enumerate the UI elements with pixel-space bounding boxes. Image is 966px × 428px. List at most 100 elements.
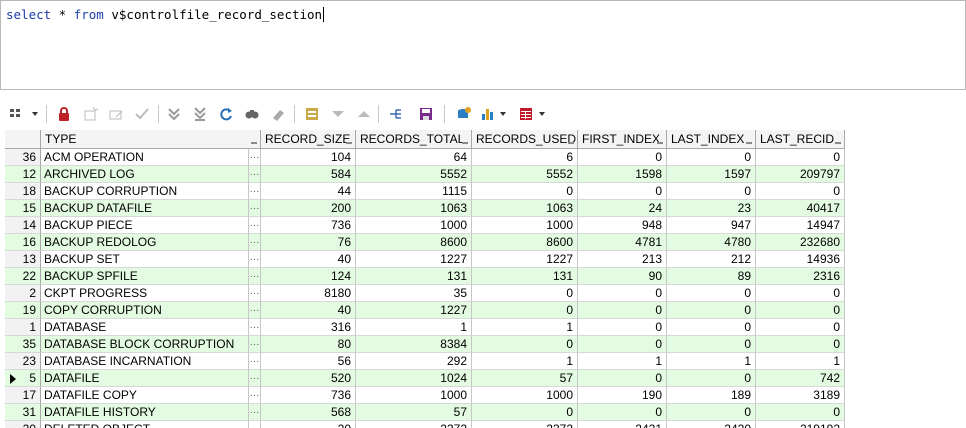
- cell-records-total[interactable]: 1: [356, 319, 472, 336]
- cell-records-total[interactable]: 1024: [356, 370, 472, 387]
- row-indicator[interactable]: 31: [5, 404, 41, 421]
- row-indicator[interactable]: 2: [5, 285, 41, 302]
- cell-first-index[interactable]: 24: [578, 200, 667, 217]
- cell-ellipsis-button[interactable]: ···: [249, 268, 261, 285]
- cell-type[interactable]: DATABASE BLOCK CORRUPTION: [41, 336, 249, 353]
- cell-records-total[interactable]: 1227: [356, 302, 472, 319]
- cell-type[interactable]: BACKUP SET: [41, 251, 249, 268]
- cell-last-index[interactable]: 89: [667, 268, 756, 285]
- cell-ellipsis-button[interactable]: ···: [249, 353, 261, 370]
- table-row[interactable]: 36 ACM OPERATION ··· 104 64 6 0 0 0: [5, 149, 845, 166]
- cell-type[interactable]: CKPT PROGRESS: [41, 285, 249, 302]
- cell-type[interactable]: DATABASE: [41, 319, 249, 336]
- table-row[interactable]: 23 DATABASE INCARNATION ··· 56 292 1 1 1 1: [5, 353, 845, 370]
- cell-records-total[interactable]: 131: [356, 268, 472, 285]
- single-record-view-icon[interactable]: [302, 104, 322, 124]
- cell-last-index[interactable]: 189: [667, 387, 756, 404]
- cell-ellipsis-button[interactable]: ···: [249, 302, 261, 319]
- cell-records-total[interactable]: 8600: [356, 234, 472, 251]
- table-row[interactable]: 35 DATABASE BLOCK CORRUPTION ··· 80 8384 0 0 0 0: [5, 336, 845, 353]
- cell-last-recid[interactable]: 1: [756, 353, 845, 370]
- row-indicator[interactable]: 18: [5, 183, 41, 200]
- save-icon[interactable]: [416, 104, 436, 124]
- cell-record-size[interactable]: 80: [261, 336, 356, 353]
- cell-records-used[interactable]: 1000: [472, 387, 578, 404]
- cell-records-used[interactable]: 57: [472, 370, 578, 387]
- table-row[interactable]: 12 ARCHIVED LOG ··· 584 5552 5552 1598 1597 2097…: [5, 166, 845, 183]
- table-row[interactable]: 19 COPY CORRUPTION ··· 40 1227 0 0 0 0: [5, 302, 845, 319]
- cell-last-recid[interactable]: 3189: [756, 387, 845, 404]
- cell-records-used[interactable]: 6: [472, 149, 578, 166]
- cell-last-index[interactable]: 0: [667, 285, 756, 302]
- cell-last-recid[interactable]: 0: [756, 183, 845, 200]
- row-indicator[interactable]: 17: [5, 387, 41, 404]
- column-header-records-total[interactable]: RECORDS_TOTAL: [356, 130, 472, 148]
- cell-record-size[interactable]: 104: [261, 149, 356, 166]
- cell-type[interactable]: DATAFILE HISTORY: [41, 404, 249, 421]
- cell-ellipsis-button[interactable]: ···: [249, 285, 261, 302]
- cell-last-index[interactable]: 947: [667, 217, 756, 234]
- cell-last-recid[interactable]: 2316: [756, 268, 845, 285]
- cell-records-used[interactable]: 1: [472, 353, 578, 370]
- cell-last-recid[interactable]: 14947: [756, 217, 845, 234]
- cell-first-index[interactable]: 213: [578, 251, 667, 268]
- cell-first-index[interactable]: 948: [578, 217, 667, 234]
- table-row[interactable]: 18 BACKUP CORRUPTION ··· 44 1115 0 0 0 0: [5, 183, 845, 200]
- cell-type[interactable]: BACKUP SPFILE: [41, 268, 249, 285]
- cell-last-index[interactable]: 0: [667, 404, 756, 421]
- cell-ellipsis-button[interactable]: ···: [249, 234, 261, 251]
- chart-icon[interactable]: [480, 104, 510, 124]
- column-header-records-used[interactable]: RECORDS_USED: [472, 130, 578, 148]
- cell-first-index[interactable]: 0: [578, 285, 667, 302]
- cell-record-size[interactable]: 76: [261, 234, 356, 251]
- cell-record-size[interactable]: 40: [261, 302, 356, 319]
- cell-record-size[interactable]: 520: [261, 370, 356, 387]
- column-header-type[interactable]: TYPE: [41, 130, 261, 148]
- cell-last-index[interactable]: 23: [667, 200, 756, 217]
- cell-records-used[interactable]: 1227: [472, 251, 578, 268]
- cell-first-index[interactable]: 0: [578, 149, 667, 166]
- row-indicator[interactable]: 22: [5, 268, 41, 285]
- cell-last-recid[interactable]: 0: [756, 302, 845, 319]
- cell-ellipsis-button[interactable]: ···: [249, 319, 261, 336]
- cell-ellipsis-button[interactable]: ···: [249, 149, 261, 166]
- cell-last-recid[interactable]: 0: [756, 319, 845, 336]
- cell-record-size[interactable]: 40: [261, 251, 356, 268]
- cell-last-index[interactable]: 1: [667, 353, 756, 370]
- table-row[interactable]: 13 BACKUP SET ··· 40 1227 1227 213 212 14936: [5, 251, 845, 268]
- table-row[interactable]: 17 DATAFILE COPY ··· 736 1000 1000 190 189 3189: [5, 387, 845, 404]
- cell-records-total[interactable]: 1000: [356, 387, 472, 404]
- cell-record-size[interactable]: 8180: [261, 285, 356, 302]
- cell-last-recid[interactable]: 232680: [756, 234, 845, 251]
- cell-last-recid[interactable]: 14936: [756, 251, 845, 268]
- row-indicator[interactable]: 1: [5, 319, 41, 336]
- row-indicator[interactable]: 15: [5, 200, 41, 217]
- cell-records-total[interactable]: 5552: [356, 166, 472, 183]
- cell-records-used[interactable]: 1063: [472, 200, 578, 217]
- cell-type[interactable]: ARCHIVED LOG: [41, 166, 249, 183]
- table-row[interactable]: 16 BACKUP REDOLOG ··· 76 8600 8600 4781 4780 232…: [5, 234, 845, 251]
- cell-type[interactable]: DELETED OBJECT: [41, 421, 249, 428]
- row-indicator[interactable]: 14: [5, 217, 41, 234]
- table-row[interactable]: 15 BACKUP DATAFILE ··· 200 1063 1063 24 23 40417: [5, 200, 845, 217]
- post-edit-icon[interactable]: [132, 104, 152, 124]
- find-icon[interactable]: [242, 104, 262, 124]
- cell-type[interactable]: BACKUP CORRUPTION: [41, 183, 249, 200]
- cell-record-size[interactable]: 200: [261, 200, 356, 217]
- cell-records-used[interactable]: 1000: [472, 217, 578, 234]
- cell-ellipsis-button[interactable]: ···: [249, 336, 261, 353]
- cell-record-size[interactable]: 124: [261, 268, 356, 285]
- cell-first-index[interactable]: 0: [578, 319, 667, 336]
- row-indicator[interactable]: 16: [5, 234, 41, 251]
- cell-last-index[interactable]: 0: [667, 302, 756, 319]
- table-row[interactable]: 2 CKPT PROGRESS ··· 8180 35 0 0 0 0: [5, 285, 845, 302]
- cell-first-index[interactable]: 0: [578, 336, 667, 353]
- cell-first-index[interactable]: 2421: [578, 421, 667, 428]
- cell-record-size[interactable]: 736: [261, 387, 356, 404]
- cell-type[interactable]: COPY CORRUPTION: [41, 302, 249, 319]
- cell-first-index[interactable]: 0: [578, 404, 667, 421]
- table-row[interactable]: 20DELETED OBJECT···202372237224212420219…: [5, 421, 845, 428]
- insert-record-icon[interactable]: [80, 104, 100, 124]
- cell-ellipsis-button[interactable]: ···: [249, 200, 261, 217]
- sql-editor[interactable]: select * from v$controlfile_record_secti…: [0, 0, 966, 90]
